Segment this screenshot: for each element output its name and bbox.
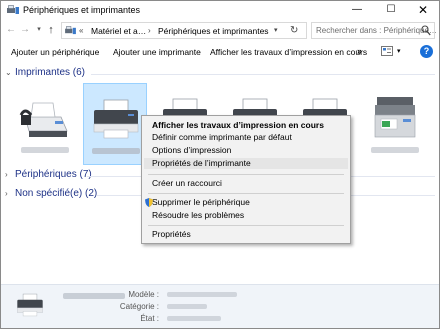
multifunction-printer-item[interactable] bbox=[363, 83, 427, 165]
refresh-icon[interactable]: ↻ bbox=[290, 25, 298, 36]
selected-printer-item[interactable] bbox=[83, 83, 147, 165]
state-value bbox=[167, 316, 221, 321]
address-row: ← → ▾ ↑ « Matériel et a… › Périphériques… bbox=[1, 21, 439, 41]
devices-and-printers-window: Périphériques et imprimantes — ☐ ✕ ← → ▾… bbox=[0, 0, 440, 329]
window-title: Périphériques et imprimantes bbox=[23, 5, 141, 15]
printer-icon bbox=[17, 293, 43, 317]
group-divider bbox=[91, 74, 435, 75]
show-print-jobs-button[interactable]: Afficher les travaux d’impression en cou… bbox=[210, 47, 367, 57]
device-name-value bbox=[63, 293, 125, 299]
devices-printers-icon bbox=[65, 26, 76, 35]
menu-separator bbox=[148, 225, 344, 226]
up-arrow-icon[interactable]: ↑ bbox=[45, 23, 57, 37]
category-label: Catégorie : bbox=[119, 302, 159, 311]
breadcrumb-overflow-icon[interactable]: « bbox=[79, 26, 83, 35]
details-pane: Modèle : Catégorie : État : bbox=[1, 284, 439, 328]
menu-item-printing-preferences[interactable]: Options d’impression bbox=[144, 145, 348, 156]
model-label: Modèle : bbox=[128, 290, 159, 299]
category-value bbox=[167, 304, 207, 309]
title-bar: Périphériques et imprimantes — ☐ ✕ bbox=[1, 1, 439, 19]
address-bar[interactable]: « Matériel et a… › Périphériques et impr… bbox=[61, 22, 307, 39]
chevron-down-icon: ⌄ bbox=[5, 68, 12, 77]
menu-item-remove-device-label: Supprimer le périphérique bbox=[152, 197, 250, 207]
menu-separator bbox=[148, 174, 344, 175]
uac-shield-icon bbox=[145, 198, 153, 207]
search-box[interactable]: Rechercher dans : Périphérique… bbox=[311, 22, 437, 39]
minimize-button[interactable]: — bbox=[341, 1, 373, 19]
close-button[interactable]: ✕ bbox=[407, 1, 439, 19]
menu-item-create-shortcut[interactable]: Créer un raccourci bbox=[144, 178, 348, 189]
menu-item-properties[interactable]: Propriétés bbox=[144, 229, 348, 240]
device-label bbox=[21, 147, 69, 153]
breadcrumb-devices-printers[interactable]: Périphériques et imprimantes bbox=[158, 26, 269, 36]
group-header-printers[interactable]: ⌄ Imprimantes (6) bbox=[5, 67, 85, 81]
chevron-right-icon: › bbox=[5, 170, 8, 179]
forward-arrow-icon[interactable]: → bbox=[19, 23, 31, 37]
breadcrumb-separator-icon[interactable]: › bbox=[148, 26, 151, 35]
group-label-unspecified: Non spécifié(e) (2) bbox=[15, 188, 98, 199]
printer-context-menu: Afficher les travaux d’impression en cou… bbox=[141, 115, 351, 244]
fax-device-item[interactable] bbox=[13, 83, 77, 165]
change-view-icon[interactable] bbox=[381, 46, 393, 56]
menu-item-troubleshoot[interactable]: Résoudre les problèmes bbox=[144, 210, 348, 221]
search-icon[interactable] bbox=[421, 25, 431, 36]
maximize-button[interactable]: ☐ bbox=[375, 1, 407, 19]
breadcrumb-hardware[interactable]: Matériel et a… bbox=[91, 26, 146, 36]
back-arrow-icon[interactable]: ← bbox=[5, 23, 17, 37]
add-device-button[interactable]: Ajouter un périphérique bbox=[11, 47, 99, 57]
search-input[interactable]: Rechercher dans : Périphérique… bbox=[316, 26, 437, 35]
menu-item-printer-properties[interactable]: Propriétés de l’imprimante bbox=[144, 158, 348, 169]
group-header-unspecified[interactable]: › Non spécifié(e) (2) bbox=[5, 188, 97, 202]
chevron-right-icon: › bbox=[5, 189, 8, 198]
model-value bbox=[167, 292, 237, 297]
address-dropdown-icon[interactable]: ▾ bbox=[274, 26, 278, 34]
multifunction-printer-icon bbox=[374, 97, 416, 138]
menu-item-remove-device[interactable]: Supprimer le périphérique bbox=[144, 197, 348, 208]
menu-item-show-print-jobs[interactable]: Afficher les travaux d’impression en cou… bbox=[144, 120, 348, 131]
recent-locations-chevron-icon[interactable]: ▾ bbox=[33, 23, 45, 37]
device-label bbox=[92, 148, 140, 154]
view-options-chevron-icon[interactable]: ▾ bbox=[397, 47, 401, 55]
add-printer-button[interactable]: Ajouter une imprimante bbox=[113, 47, 201, 57]
printer-icon bbox=[93, 99, 139, 139]
state-label: État : bbox=[140, 314, 159, 323]
group-label-printers: Imprimantes (6) bbox=[15, 67, 86, 78]
group-label-peripherals: Périphériques (7) bbox=[15, 169, 92, 180]
help-icon[interactable]: ? bbox=[420, 45, 433, 58]
device-label bbox=[371, 147, 419, 153]
fax-icon bbox=[19, 102, 68, 137]
menu-separator bbox=[148, 193, 344, 194]
more-commands-button[interactable]: » bbox=[357, 46, 362, 56]
menu-item-set-default-printer[interactable]: Définir comme imprimante par défaut bbox=[144, 132, 348, 143]
devices-printers-icon bbox=[7, 5, 19, 14]
group-header-peripherals[interactable]: › Périphériques (7) bbox=[5, 169, 92, 183]
command-bar: Ajouter un périphérique Ajouter une impr… bbox=[1, 43, 439, 61]
